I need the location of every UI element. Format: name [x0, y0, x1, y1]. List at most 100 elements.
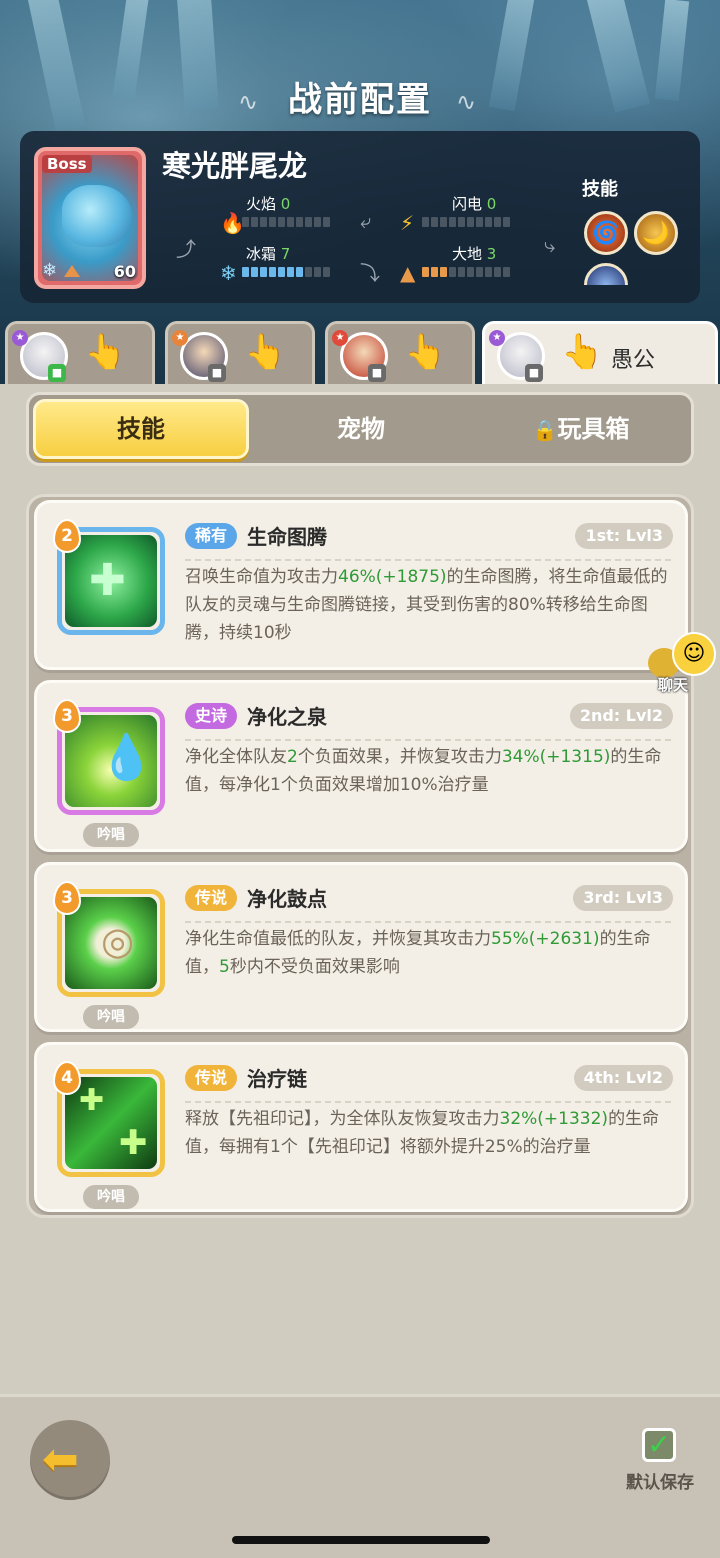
boss-skills-label: 技能: [582, 179, 618, 200]
lightning-icon: ⚡: [400, 211, 415, 235]
rank-pill: 1st: Lvl3: [575, 523, 673, 549]
boss-card[interactable]: Boss ❄ 60: [34, 147, 146, 289]
rarity-badge: 传说: [185, 885, 238, 911]
chat-label: 聊天: [658, 676, 689, 694]
tap-hand-icon: 👆: [561, 332, 604, 372]
droplet-icon: 💧: [99, 732, 154, 783]
smiley-icon: ☺: [672, 632, 716, 676]
page-title: 战前配置: [288, 80, 432, 120]
divider: [185, 739, 671, 741]
divider: [185, 921, 671, 923]
totem-icon: ✚: [89, 555, 126, 606]
controller-badge-icon: ■: [48, 364, 66, 382]
frost-skill-icon[interactable]: [584, 263, 628, 285]
skill-card[interactable]: 💧 3 吟唱 史诗 净化之泉 2nd: Lvl2 净化全体队友2个负面效果，并恢…: [34, 680, 688, 852]
stat-bar-segment: [422, 217, 429, 227]
hero-tab-2[interactable]: ★ ■ 👆: [165, 321, 315, 387]
skill-name: 治疗链: [247, 1067, 307, 1091]
element-badge-icon: ★: [12, 330, 28, 346]
cycle-arrow-icon: ⤶: [360, 209, 372, 233]
skill-description: 净化生命值最低的队友，并恢复其攻击力55%(+2631)的生命值，5秒内不受负面…: [185, 929, 651, 977]
stat-bar-segment: [422, 267, 429, 277]
stat-bar-segment: [314, 217, 321, 227]
stat-bar-segment: [278, 267, 285, 277]
stat-earth-value: 3: [486, 245, 497, 263]
heal-cross-icon: ✚: [119, 1123, 148, 1163]
stat-bar-segment: [278, 217, 285, 227]
checkbox-checked-icon[interactable]: ✓: [642, 1428, 676, 1462]
stat-bar-segment: [485, 217, 492, 227]
boss-name: 寒光胖尾龙: [162, 149, 308, 183]
chat-button[interactable]: ☺ 聊天: [646, 632, 720, 696]
tab-toybox[interactable]: 🔒玩具箱: [473, 399, 689, 459]
order-badge: 3: [53, 881, 81, 915]
claw-skill-icon[interactable]: 🌙: [634, 211, 678, 255]
stat-bar-segment: [494, 217, 501, 227]
stat-bar-segment: [242, 217, 249, 227]
stat-ice-bar: [242, 267, 330, 277]
heal-cross-icon: ✚: [79, 1083, 105, 1118]
stat-ice-label: 冰霜: [246, 245, 277, 263]
tap-hand-icon: 👆: [84, 332, 127, 372]
stat-bar-segment: [440, 267, 447, 277]
rank-pill: 4th: Lvl2: [573, 1065, 673, 1091]
skill-card[interactable]: ✚ 2 稀有 生命图腾 1st: Lvl3 召唤生命值为攻击力46%(+1875…: [34, 500, 688, 670]
segment-control: 技能 宠物 🔒玩具箱: [26, 392, 694, 466]
order-badge: 4: [53, 1061, 81, 1095]
earth-icon: ▲: [400, 261, 416, 285]
tab-pets[interactable]: 宠物: [253, 399, 469, 459]
stat-fire-value: 0: [280, 195, 291, 213]
element-badge-icon: ★: [172, 330, 188, 346]
stat-bar-segment: [431, 267, 438, 277]
stat-bar-segment: [305, 217, 312, 227]
hero-tab-4[interactable]: ★ ■ 👆 愚公: [482, 321, 718, 387]
boss-level: 60: [113, 262, 136, 281]
controller-badge-icon: ■: [368, 364, 386, 382]
earth-icon: [64, 265, 80, 277]
skill-card[interactable]: ✚ ✚ 4 吟唱 传说 治疗链 4th: Lvl2 释放【先祖印记】，为全体队友…: [34, 1042, 688, 1212]
skill-card[interactable]: ◎ 3 吟唱 传说 净化鼓点 3rd: Lvl3 净化生命值最低的队友，并恢复其…: [34, 862, 688, 1032]
default-save-toggle[interactable]: ✓ 默认保存: [620, 1426, 700, 1496]
controller-badge-icon: ■: [208, 364, 226, 382]
stat-bar-segment: [503, 217, 510, 227]
tap-hand-icon: 👆: [244, 332, 287, 372]
rarity-badge: 稀有: [185, 523, 238, 549]
back-button[interactable]: ⬅: [30, 1420, 110, 1500]
boss-tag: Boss: [42, 155, 92, 173]
back-arrow-icon: ⬅: [42, 1434, 79, 1485]
tab-toybox-label: 玩具箱: [557, 415, 630, 443]
stat-bar-segment: [296, 267, 303, 277]
cycle-arrow-icon: ⤴: [176, 237, 196, 261]
fire-swirl-skill-icon[interactable]: 🌀: [584, 211, 628, 255]
home-indicator: [232, 1536, 490, 1544]
stat-bar-segment: [296, 217, 303, 227]
stat-lightning-value: 0: [486, 195, 497, 213]
divider: [185, 559, 671, 561]
stat-bar-segment: [323, 217, 330, 227]
controller-badge-icon: ■: [525, 364, 543, 382]
cycle-arrow-icon: ⤵: [360, 261, 380, 285]
stat-bar-segment: [449, 267, 456, 277]
rarity-badge: 史诗: [185, 703, 238, 729]
element-badge-icon: ★: [332, 330, 348, 346]
skill-description: 释放【先祖印记】，为全体队友恢复攻击力32%(+1332)的生命值，每拥有1个【…: [185, 1109, 660, 1157]
tab-skills[interactable]: 技能: [33, 399, 249, 459]
footer-bar: [0, 1394, 720, 1558]
stat-bar-segment: [323, 267, 330, 277]
stat-bar-segment: [242, 267, 249, 277]
stat-earth-label: 大地: [452, 245, 483, 263]
snowflake-icon: ❄: [42, 260, 58, 281]
rank-pill: 2nd: Lvl2: [569, 703, 673, 729]
hero-tab-1[interactable]: ★ ■ 👆: [5, 321, 155, 387]
stat-fire-bar: [242, 217, 330, 227]
stat-bar-segment: [287, 217, 294, 227]
order-badge: 2: [53, 519, 81, 553]
stat-fire-label: 火焰: [246, 195, 277, 213]
stat-bar-segment: [314, 267, 321, 277]
stat-bar-segment: [458, 217, 465, 227]
stat-bar-segment: [449, 217, 456, 227]
tap-hand-icon: 👆: [404, 332, 447, 372]
stat-bar-segment: [260, 267, 267, 277]
hero-tab-3[interactable]: ★ ■ 👆: [325, 321, 475, 387]
stat-bar-segment: [251, 267, 258, 277]
